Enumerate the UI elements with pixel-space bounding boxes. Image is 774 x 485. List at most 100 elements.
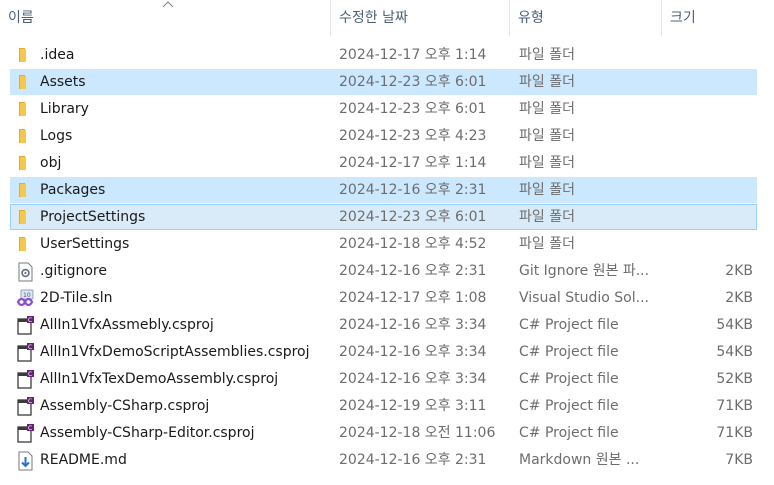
svg-text:C: C <box>28 371 32 378</box>
csproj-file-icon: C <box>16 367 36 392</box>
file-type: 파일 폴더 <box>519 209 575 225</box>
svg-text:C: C <box>28 398 32 405</box>
file-name: Assets <box>40 74 86 90</box>
file-type: 파일 폴더 <box>519 74 575 90</box>
file-modified-date: 2024-12-16 오후 3:34 <box>339 344 487 360</box>
file-name: Assembly-CSharp-Editor.csproj <box>40 425 255 441</box>
file-size: 52KB <box>716 371 753 387</box>
csproj-file-icon: C <box>16 313 36 338</box>
file-size <box>671 124 753 149</box>
file-name: AllIn1VfxTexDemoAssembly.csproj <box>40 371 279 387</box>
file-row[interactable]: .idea 2024-12-17 오후 1:14 파일 폴더 <box>10 42 757 68</box>
file-row[interactable]: Assets 2024-12-23 오후 6:01 파일 폴더 <box>10 69 757 95</box>
csproj-file-icon: C <box>16 394 36 419</box>
file-name: ProjectSettings <box>40 209 146 225</box>
file-size <box>671 70 753 95</box>
file-type: 파일 폴더 <box>519 47 575 63</box>
file-modified-date: 2024-12-23 오후 6:01 <box>339 209 487 225</box>
column-header-size[interactable]: 크기 <box>662 0 762 36</box>
file-size <box>671 97 753 122</box>
file-size: 71KB <box>716 398 753 414</box>
file-row[interactable]: C AllIn1VfxDemoScriptAssemblies.csproj 202… <box>10 339 757 365</box>
file-size: 2KB <box>725 263 753 279</box>
file-type: 파일 폴더 <box>519 155 575 171</box>
file-row[interactable]: .gitignore 2024-12-16 오후 2:31 Git Ignore 원… <box>10 258 757 284</box>
file-name: obj <box>40 155 62 171</box>
settings-file-icon <box>16 259 36 284</box>
folder-icon <box>16 205 36 230</box>
folder-icon <box>16 178 36 203</box>
file-type: Markdown 원본 ... <box>519 452 640 468</box>
file-modified-date: 2024-12-23 오후 6:01 <box>339 101 487 117</box>
file-name: Logs <box>40 128 73 144</box>
file-type: C# Project file <box>519 344 619 360</box>
file-name: README.md <box>40 452 127 468</box>
file-modified-date: 2024-12-16 오후 3:34 <box>339 317 487 333</box>
file-size <box>671 205 753 230</box>
csproj-file-icon: C <box>16 340 36 365</box>
file-row[interactable]: UserSettings 2024-12-18 오후 4:52 파일 폴더 <box>10 231 757 257</box>
file-row[interactable]: Library 2024-12-23 오후 6:01 파일 폴더 <box>10 96 757 122</box>
file-row[interactable]: Logs 2024-12-23 오후 4:23 파일 폴더 <box>10 123 757 149</box>
column-header-name[interactable]: 이름 <box>0 0 330 36</box>
file-modified-date: 2024-12-18 오전 11:06 <box>339 425 496 441</box>
folder-icon <box>16 232 36 257</box>
file-row[interactable]: 10 2D-Tile.sln 2024-12-17 오후 1:08 Visual St… <box>10 285 757 311</box>
file-modified-date: 2024-12-17 오후 1:14 <box>339 47 487 63</box>
file-name: Packages <box>40 182 106 198</box>
file-row[interactable]: Packages 2024-12-16 오후 2:31 파일 폴더 <box>10 177 757 203</box>
file-modified-date: 2024-12-19 오후 3:11 <box>339 398 487 414</box>
column-header-type[interactable]: 유형 <box>510 0 661 36</box>
file-modified-date: 2024-12-23 오후 4:23 <box>339 128 487 144</box>
file-row[interactable]: C Assembly-CSharp.csproj 2024-12-19 오후 3:1… <box>10 393 757 419</box>
file-type: Visual Studio Sol... <box>519 290 649 306</box>
file-row[interactable]: README.md 2024-12-16 오후 2:31 Markdown 원본 .… <box>10 447 757 473</box>
file-row[interactable]: obj 2024-12-17 오후 1:14 파일 폴더 <box>10 150 757 176</box>
file-name: AllIn1VfxAssmebly.csproj <box>40 317 214 333</box>
file-type: C# Project file <box>519 317 619 333</box>
file-size: 7KB <box>725 452 753 468</box>
file-type: 파일 폴더 <box>519 101 575 117</box>
file-type: 파일 폴더 <box>519 236 575 252</box>
column-header-bar: 이름 수정한 날짜 유형 크기 <box>0 0 774 36</box>
csproj-file-icon: C <box>16 421 36 446</box>
column-header-date[interactable]: 수정한 날짜 <box>331 0 509 36</box>
file-type: Git Ignore 원본 파... <box>519 263 650 279</box>
file-size <box>671 43 753 68</box>
file-modified-date: 2024-12-17 오후 1:08 <box>339 290 487 306</box>
folder-icon <box>16 124 36 149</box>
file-modified-date: 2024-12-16 오후 2:31 <box>339 182 487 198</box>
file-modified-date: 2024-12-16 오후 2:31 <box>339 263 487 279</box>
file-name: Assembly-CSharp.csproj <box>40 398 210 414</box>
folder-icon <box>16 151 36 176</box>
file-size: 54KB <box>716 344 753 360</box>
file-modified-date: 2024-12-16 오후 2:31 <box>339 452 487 468</box>
file-type: C# Project file <box>519 398 619 414</box>
file-size <box>671 151 753 176</box>
folder-icon <box>16 70 36 95</box>
file-size <box>671 232 753 257</box>
file-type: C# Project file <box>519 425 619 441</box>
file-name: .idea <box>40 47 75 63</box>
file-name: AllIn1VfxDemoScriptAssemblies.csproj <box>40 344 310 360</box>
file-name: Library <box>40 101 89 117</box>
file-name: 2D-Tile.sln <box>40 290 113 306</box>
file-type: 파일 폴더 <box>519 182 575 198</box>
file-modified-date: 2024-12-16 오후 3:34 <box>339 371 487 387</box>
file-row[interactable]: C AllIn1VfxAssmebly.csproj 2024-12-16 오후 3… <box>10 312 757 338</box>
file-row[interactable]: ProjectSettings 2024-12-23 오후 6:01 파일 폴더 <box>10 204 757 230</box>
file-size: 2KB <box>725 290 753 306</box>
file-modified-date: 2024-12-17 오후 1:14 <box>339 155 487 171</box>
visual-studio-solution-icon: 10 <box>16 286 36 311</box>
folder-icon <box>16 97 36 122</box>
file-type: C# Project file <box>519 371 619 387</box>
file-type: 파일 폴더 <box>519 128 575 144</box>
svg-text:C: C <box>28 425 32 432</box>
file-size <box>671 178 753 203</box>
file-name: .gitignore <box>40 263 107 279</box>
file-modified-date: 2024-12-23 오후 6:01 <box>339 74 487 90</box>
file-row[interactable]: C AllIn1VfxTexDemoAssembly.csproj 2024-12-… <box>10 366 757 392</box>
file-row[interactable]: C Assembly-CSharp-Editor.csproj 2024-12-18… <box>10 420 757 446</box>
file-modified-date: 2024-12-18 오후 4:52 <box>339 236 487 252</box>
svg-text:10: 10 <box>23 292 31 299</box>
